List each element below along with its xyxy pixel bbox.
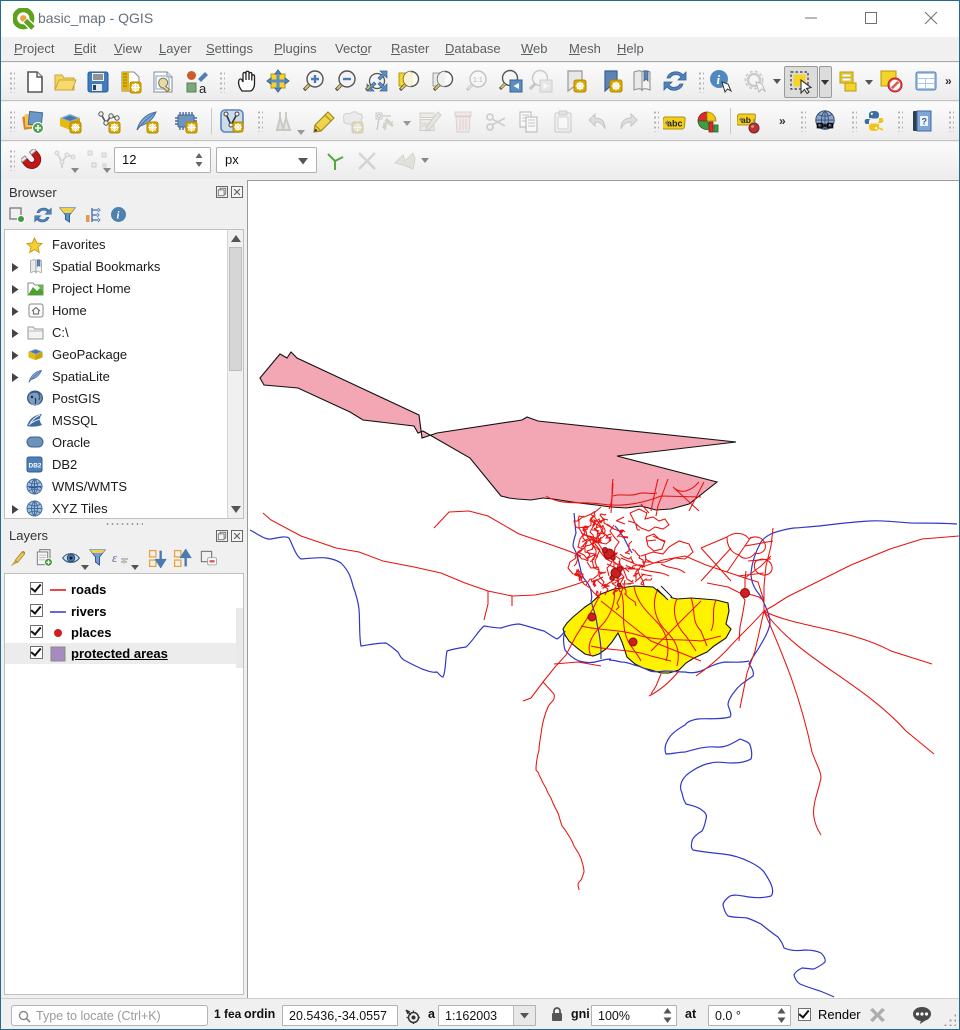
svg-text:a: a (199, 81, 207, 94)
svg-text:1:1: 1:1 (473, 77, 483, 84)
svg-text:ε: ε (112, 550, 118, 565)
svg-text:ab: ab (741, 115, 751, 125)
svg-text:DB2: DB2 (29, 463, 42, 470)
svg-text:?: ? (922, 117, 928, 127)
svg-text:i: i (717, 72, 721, 87)
svg-text:abc: abc (667, 119, 683, 129)
